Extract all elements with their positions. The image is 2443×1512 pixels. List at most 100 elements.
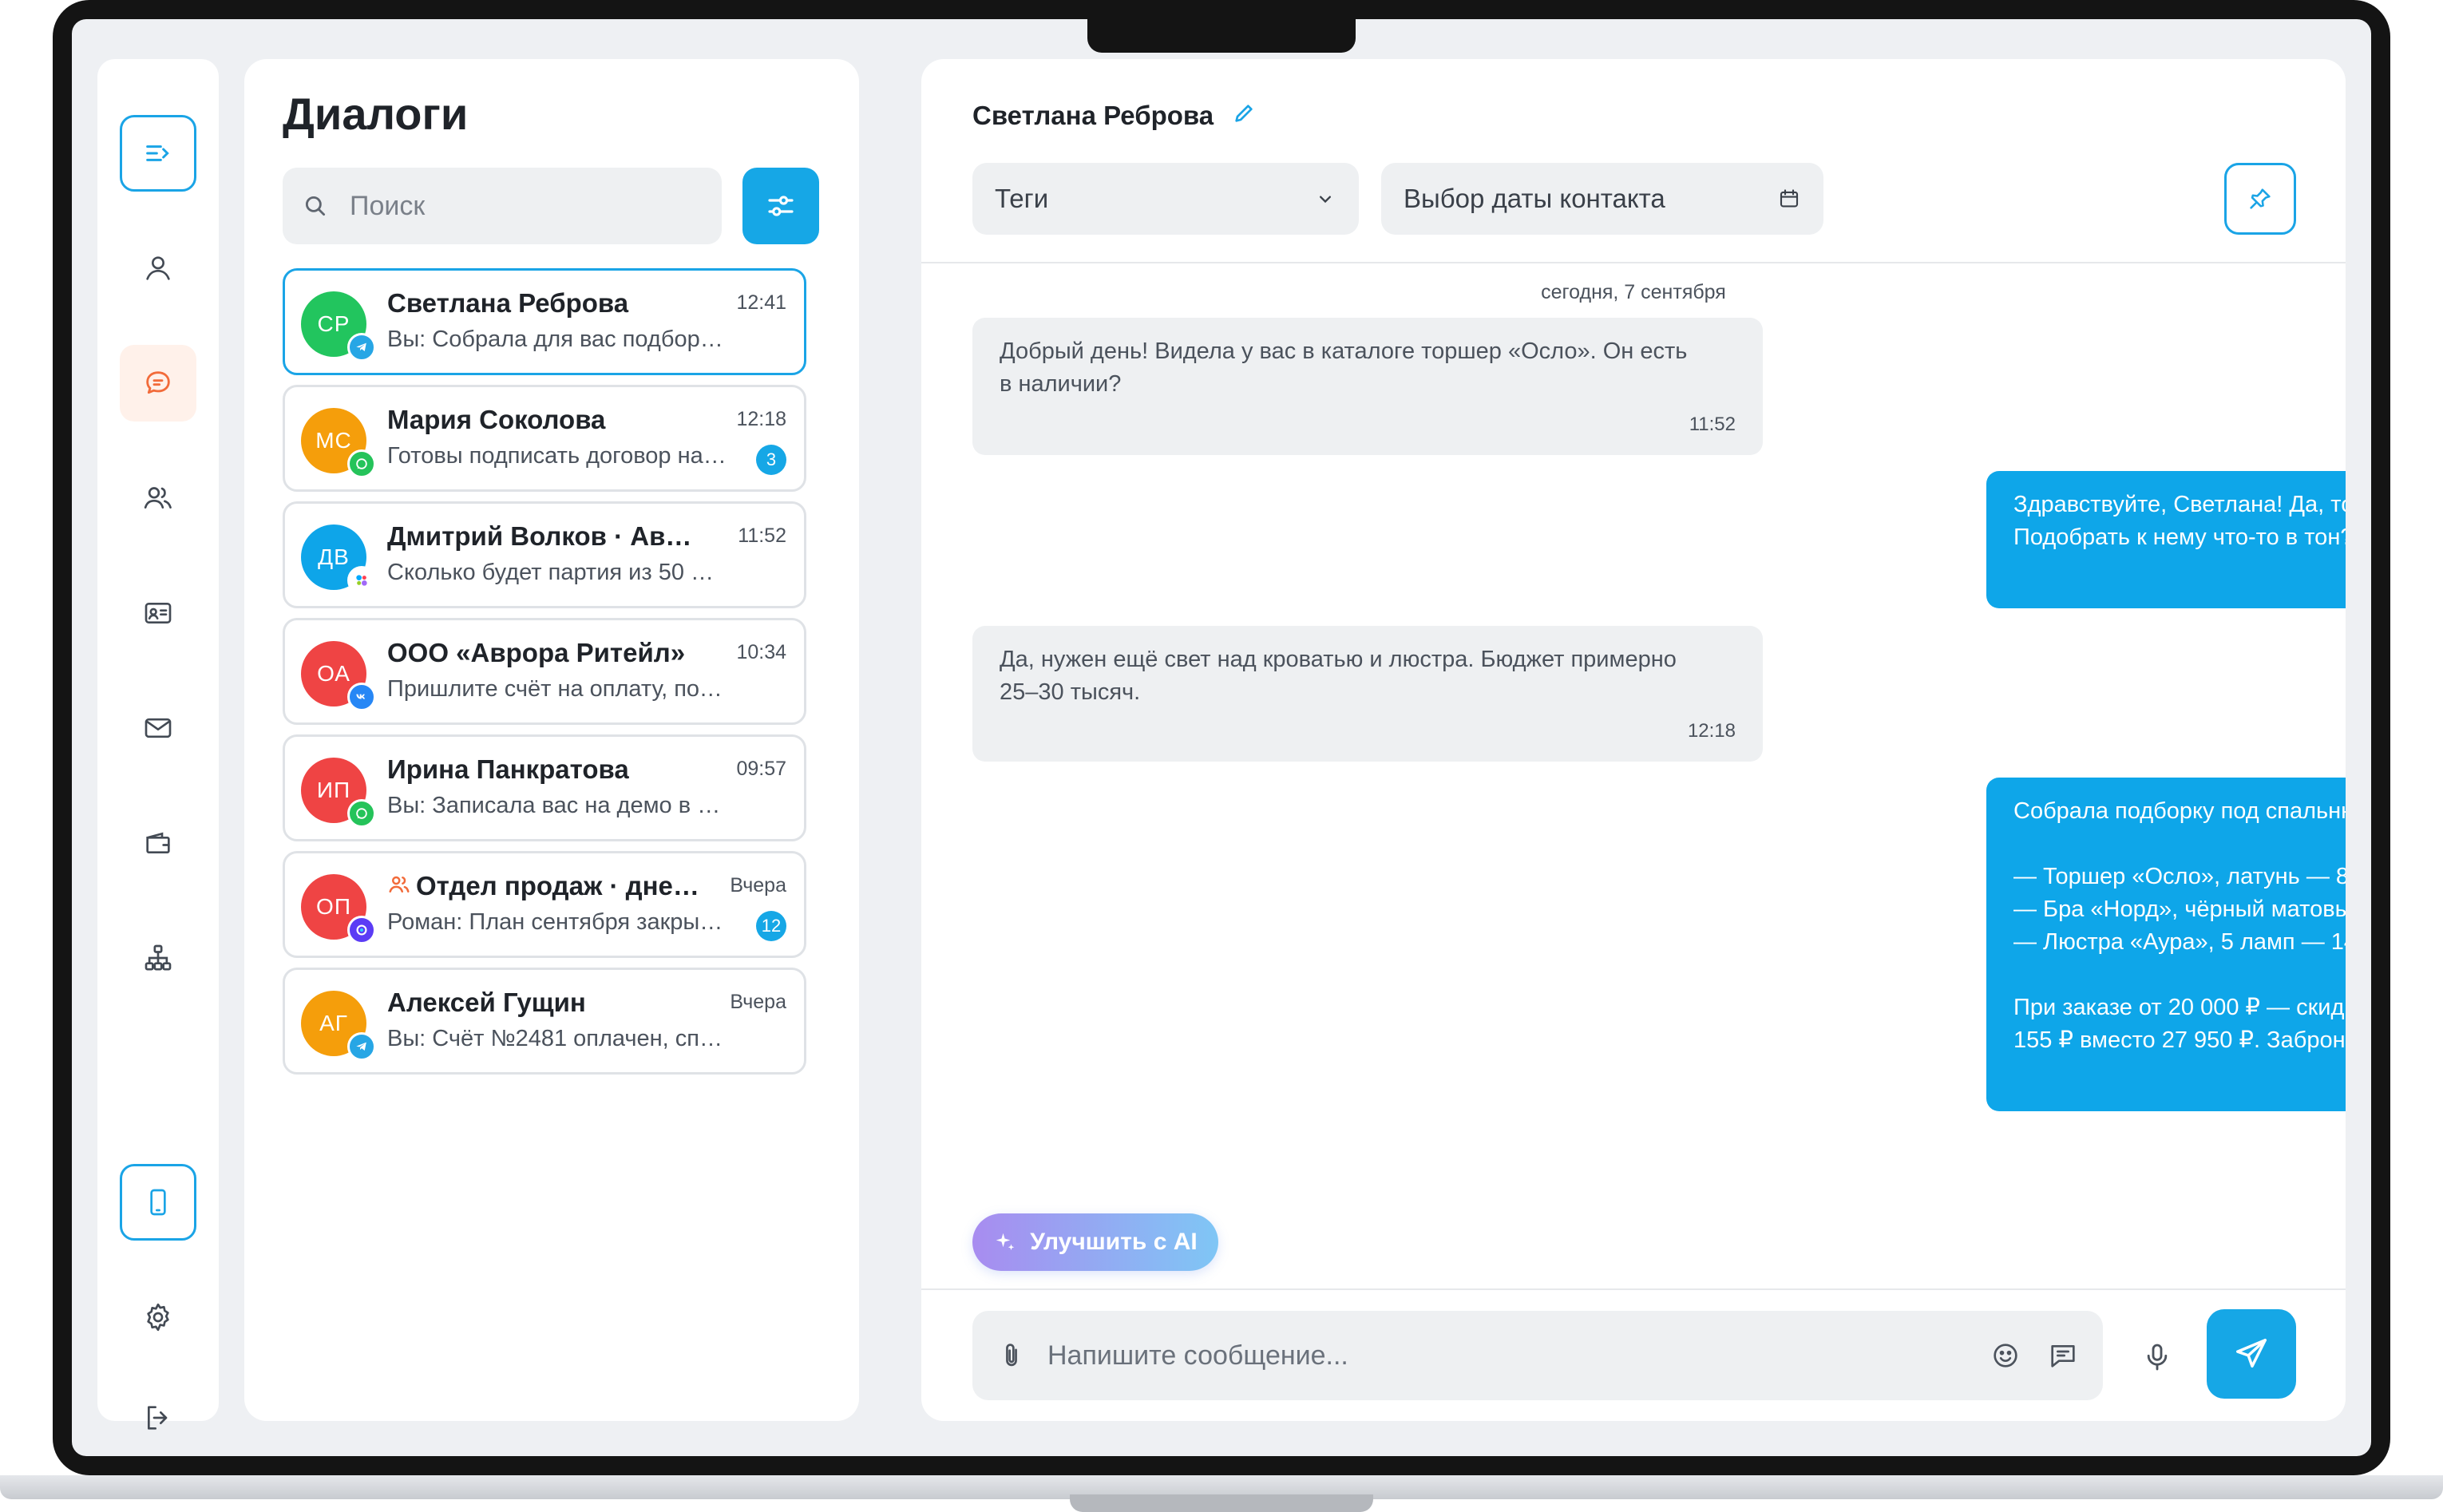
nav-structure[interactable] <box>120 920 196 996</box>
telegram-channel-badge <box>347 333 376 362</box>
nav-contacts[interactable] <box>120 575 196 651</box>
avatar-initials: АГ <box>319 1011 348 1035</box>
paperclip-icon[interactable] <box>996 1340 1027 1371</box>
message-time: 12:18 <box>1687 720 1736 742</box>
vk-channel-badge <box>347 683 376 711</box>
date-picker-label: Выбор даты контакта <box>1404 184 1665 213</box>
outgoing-message[interactable]: Здравствуйте, Светлана! Да, торшер «Осло… <box>1986 471 2346 608</box>
calendar-icon <box>1780 189 1799 208</box>
wallet-icon <box>146 832 170 853</box>
conversation-item[interactable]: ОА ООО «Аврора Ритейл» Пришлите счёт на оп… <box>283 618 806 725</box>
message-meta: 11:52 <box>1689 408 1736 441</box>
conversation-name-text: Светлана Реброва <box>387 288 629 318</box>
avito-channel-badge <box>347 566 376 595</box>
filter-sliders-icon <box>768 196 794 216</box>
conversation-time: 12:18 <box>736 408 786 430</box>
avatar-initials: СР <box>317 311 350 336</box>
conversation-item[interactable]: АГ Алексей Гущин Вы: Счёт №2481 оплачен, с… <box>283 968 806 1075</box>
day-separator: сегодня, 7 сентября <box>1541 281 1726 303</box>
chevron-down-icon <box>1320 196 1331 204</box>
collapse-menu-button[interactable] <box>120 115 196 192</box>
search-input[interactable] <box>350 190 701 222</box>
conversation-preview: Вы: Счёт №2481 оплачен, спасибо <box>387 1026 731 1051</box>
pin-button[interactable] <box>2224 163 2296 235</box>
logout-button[interactable] <box>120 1394 196 1442</box>
chat-panel: Светлана Реброва Теги Выбор даты контакт… <box>921 59 2346 1421</box>
avatar-initials: МС <box>315 428 352 453</box>
emoji-icon[interactable] <box>1990 1340 2021 1371</box>
gear-icon <box>147 1303 169 1332</box>
whatsapp-icon <box>356 808 367 819</box>
search-box[interactable] <box>283 168 722 244</box>
conversation-item[interactable]: СР Светлана Реброва Вы: Собрала для вас по… <box>283 268 806 375</box>
app-screen: Диалоги СР Светлана Реброва Вы: Собрала дл… <box>72 19 2371 1456</box>
nav-finance[interactable] <box>120 805 196 881</box>
conversation-name-text: Отдел продаж · дневная смена <box>416 871 707 900</box>
message-input[interactable] <box>1047 1340 1964 1371</box>
max-icon <box>356 924 367 936</box>
conversation-time: 11:52 <box>738 524 786 547</box>
send-button[interactable] <box>2207 1309 2296 1399</box>
user-icon <box>146 256 170 280</box>
incoming-message[interactable]: Да, нужен ещё свет над кроватью и люстра… <box>972 626 1763 762</box>
mobile-icon <box>150 1189 166 1216</box>
message-composer <box>972 1311 2103 1400</box>
conversation-name: Алексей Гущин <box>387 988 707 1018</box>
telegram-icon <box>356 1042 366 1051</box>
nav-profile[interactable] <box>120 230 196 307</box>
chat-contact-name: Светлана Реброва <box>972 101 1214 130</box>
tags-dropdown[interactable]: Теги <box>972 163 1359 235</box>
conversation-name: Отдел продаж · дневная смена <box>387 871 707 903</box>
whatsapp-channel-badge <box>347 449 376 478</box>
conversation-time: 10:34 <box>736 641 786 663</box>
conversation-preview: Готовы подписать договор на поставку <box>387 443 731 469</box>
search-icon <box>305 196 326 216</box>
message-time: 11:52 <box>1689 414 1736 435</box>
filter-button[interactable] <box>742 168 819 244</box>
contact-date-picker[interactable]: Выбор даты контакта <box>1381 163 1823 235</box>
conversation-name-text: ООО «Аврора Ритейл» <box>387 638 686 667</box>
pencil-icon[interactable] <box>1231 101 1257 126</box>
mobile-app-button[interactable] <box>120 1164 196 1241</box>
group-chat-icon <box>387 873 411 903</box>
avatar-initials: ДВ <box>318 544 350 569</box>
incoming-message[interactable]: Добрый день! Видела у вас в каталоге тор… <box>972 318 1763 455</box>
conversation-time: Вчера <box>730 991 786 1013</box>
outgoing-message[interactable]: Собрала подборку под спальню 16 м²: — То… <box>1986 778 2346 1111</box>
conversation-name: ООО «Аврора Ритейл» <box>387 638 707 668</box>
conversation-name-text: Алексей Гущин <box>387 988 586 1017</box>
logout-icon <box>148 1406 168 1430</box>
collapse-menu-icon <box>146 145 169 161</box>
whatsapp-icon <box>356 458 367 469</box>
nav-settings[interactable] <box>120 1279 196 1356</box>
dialogs-panel: Диалоги СР Светлана Реброва Вы: Собрала дл… <box>244 59 859 1421</box>
nav-chats[interactable] <box>120 345 196 422</box>
conversation-preview: Сколько будет партия из 50 штук? <box>387 560 731 585</box>
conversation-item[interactable]: ИП Ирина Панкратова Вы: Записала вас на де… <box>283 734 806 841</box>
improve-with-ai-button[interactable]: Улучшить с AI <box>972 1213 1218 1271</box>
tags-label: Теги <box>995 184 1049 213</box>
avatar-initials: ОП <box>316 894 351 919</box>
pin-icon <box>2250 188 2271 209</box>
vk-icon <box>356 694 366 699</box>
unread-badge: 12 <box>756 911 786 941</box>
microphone-icon[interactable] <box>2141 1340 2173 1375</box>
users-icon <box>144 487 172 509</box>
avito-icon <box>356 575 367 586</box>
conversation-item[interactable]: ОП Отдел продаж · дневная смена Роман: Пла… <box>283 851 806 958</box>
templates-icon[interactable] <box>2047 1340 2079 1371</box>
conversation-item[interactable]: ДВ Дмитрий Волков · Авито Сколько будет па… <box>283 501 806 608</box>
max-channel-badge <box>347 916 376 944</box>
sparkle-icon <box>996 1233 1015 1250</box>
message-text: Здравствуйте, Светлана! Да, торшер «Осло… <box>2013 492 2346 550</box>
nav-team[interactable] <box>120 460 196 536</box>
message-text: Да, нужен ещё свет над кроватью и люстра… <box>1000 647 1677 705</box>
conversation-item[interactable]: МС Мария Соколова Готовы подписать договор… <box>283 385 806 492</box>
conversation-preview: Вы: Собрала для вас подборку светильнико… <box>387 327 731 352</box>
conversation-name-text: Ирина Панкратова <box>387 754 629 784</box>
telegram-icon <box>356 342 366 351</box>
message-text: Добрый день! Видела у вас в каталоге тор… <box>1000 338 1688 397</box>
conversation-name-text: Мария Соколова <box>387 405 606 434</box>
conversation-time: 09:57 <box>736 758 786 780</box>
nav-mail[interactable] <box>120 690 196 766</box>
